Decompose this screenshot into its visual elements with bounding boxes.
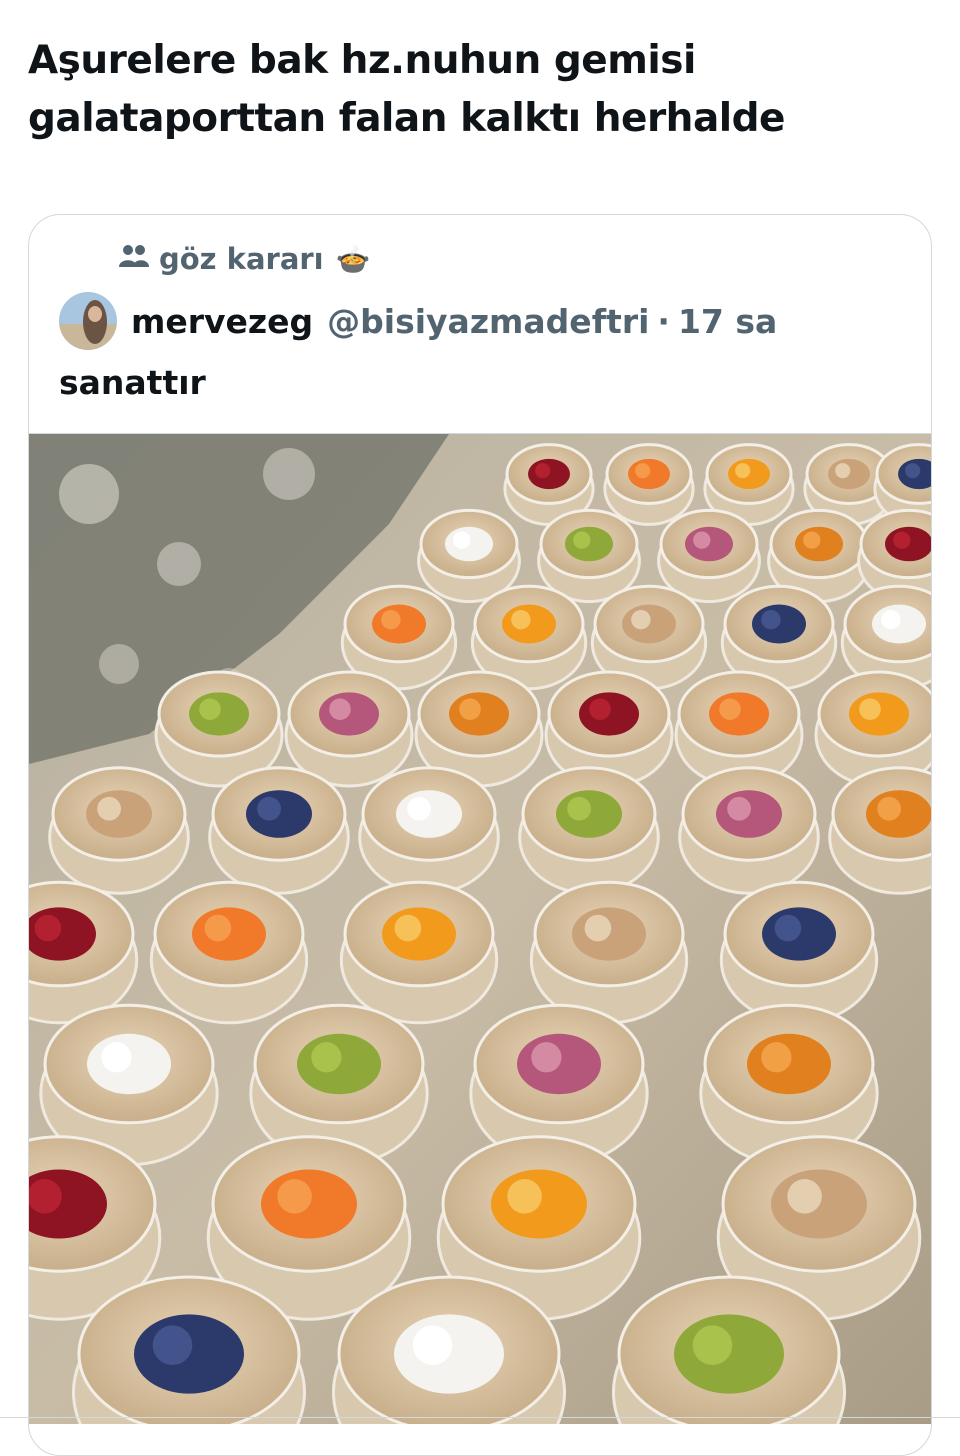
asure-bowl <box>518 766 660 895</box>
tweet-text: Aşurelere bak hz.nuhun gemisi galataport… <box>28 32 928 148</box>
quote-author-row[interactable]: mervezeg @bisiyazmadeftri · 17 sa <box>59 291 777 351</box>
people-icon <box>119 242 149 276</box>
quote-media-image[interactable] <box>29 433 931 1424</box>
community-row[interactable]: göz kararı 🍲 <box>119 241 371 277</box>
tweet-text-line-2: galataporttan falan kalktı herhalde <box>28 96 786 141</box>
asure-bowl <box>284 670 414 788</box>
author-handle[interactable]: @bisiyazmadeftri <box>327 302 649 341</box>
community-name: göz kararı <box>159 242 324 276</box>
bowl-emoji: 🍲 <box>335 242 371 276</box>
author-display-name[interactable]: mervezeg <box>131 302 313 341</box>
bottom-divider <box>0 1417 960 1418</box>
timestamp[interactable]: 17 sa <box>678 302 777 341</box>
quote-text: sanattır <box>59 363 206 402</box>
asure-bowl <box>208 766 350 895</box>
asure-bowl <box>417 508 521 604</box>
asure-bowl <box>339 880 499 1025</box>
asure-bowl <box>719 880 879 1025</box>
asure-bowl <box>48 766 190 895</box>
asure-bowl <box>149 880 309 1025</box>
quoted-tweet-card[interactable]: göz kararı 🍲 mervezeg @bisiyazmadeftri ·… <box>28 214 932 1456</box>
photo-icon <box>29 434 931 1424</box>
asure-bowl <box>678 766 820 895</box>
asure-bowl <box>657 508 761 604</box>
asure-bowl <box>529 880 689 1025</box>
tweet-text-line-1: Aşurelere bak hz.nuhun gemisi <box>28 38 696 83</box>
asure-bowl <box>603 443 695 526</box>
avatar[interactable] <box>59 292 117 350</box>
asure-bowl <box>537 508 641 604</box>
dot-separator: · <box>657 301 670 341</box>
asure-bowl <box>358 766 500 895</box>
